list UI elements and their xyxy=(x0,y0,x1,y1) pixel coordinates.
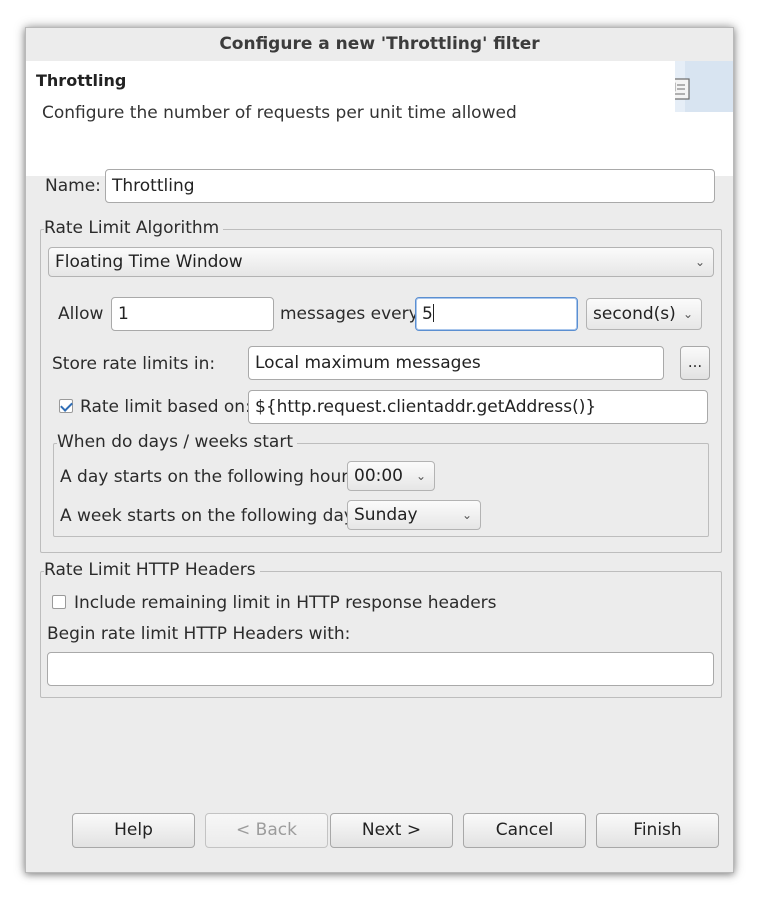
day-start-hour-select[interactable]: 00:00 ⌄ xyxy=(347,461,435,491)
chevron-down-icon: ⌄ xyxy=(694,255,705,269)
messages-every-label: messages every xyxy=(280,304,419,324)
day-start-label: A day starts on the following hour: xyxy=(60,467,354,487)
configure-filter-dialog: Configure a new 'Throttling' filter Thro… xyxy=(25,27,734,873)
rate-limit-based-on-label: Rate limit based on: xyxy=(80,397,251,417)
rate-limit-http-headers-legend: Rate Limit HTTP Headers xyxy=(44,560,260,580)
rate-limit-algorithm-legend: Rate Limit Algorithm xyxy=(44,218,224,238)
include-remaining-limit-checkbox[interactable] xyxy=(52,595,66,609)
next-button[interactable]: Next > xyxy=(330,813,453,848)
rate-limit-based-on-input[interactable]: ${http.request.clientaddr.getAddress()} xyxy=(248,390,708,424)
help-button[interactable]: Help xyxy=(72,813,195,848)
chevron-down-icon: ⌄ xyxy=(415,469,426,483)
week-start-day-select[interactable]: Sunday ⌄ xyxy=(347,500,481,530)
day-start-hour-value: 00:00 xyxy=(354,466,403,486)
days-weeks-start-legend: When do days / weeks start xyxy=(57,432,297,452)
header-prefix-input[interactable] xyxy=(47,652,714,686)
window-title: Configure a new 'Throttling' filter xyxy=(26,28,733,61)
week-start-day-value: Sunday xyxy=(354,505,418,525)
back-button[interactable]: < Back xyxy=(205,813,328,848)
banner-description: Configure the number of requests per uni… xyxy=(42,103,517,123)
name-label: Name: xyxy=(45,176,101,196)
allow-count-input[interactable]: 1 xyxy=(111,297,274,331)
banner-title: Throttling xyxy=(36,71,127,90)
dialog-banner: Throttling Configure the number of reque… xyxy=(26,61,733,176)
store-rate-limits-input[interactable]: Local maximum messages xyxy=(248,346,664,380)
include-remaining-limit-label: Include remaining limit in HTTP response… xyxy=(74,593,497,613)
week-start-label: A week starts on the following day: xyxy=(60,506,359,526)
period-input[interactable]: 5 xyxy=(415,297,578,331)
time-unit-selected-value: second(s) xyxy=(593,304,676,324)
header-prefix-label: Begin rate limit HTTP Headers with: xyxy=(47,624,351,644)
finish-button[interactable]: Finish xyxy=(596,813,719,848)
period-value: 5 xyxy=(422,304,433,324)
chevron-down-icon: ⌄ xyxy=(461,508,472,522)
rate-limit-based-on-checkbox[interactable] xyxy=(59,399,73,413)
filter-config-icon xyxy=(675,61,733,112)
cancel-button[interactable]: Cancel xyxy=(463,813,586,848)
name-input[interactable]: Throttling xyxy=(105,169,715,203)
algorithm-selected-value: Floating Time Window xyxy=(55,252,243,272)
algorithm-select[interactable]: Floating Time Window ⌄ xyxy=(48,247,714,277)
chevron-down-icon: ⌄ xyxy=(682,307,693,321)
browse-button[interactable]: ... xyxy=(680,346,710,380)
store-rate-limits-label: Store rate limits in: xyxy=(52,354,216,374)
allow-label: Allow xyxy=(58,304,104,324)
text-caret xyxy=(432,304,434,322)
time-unit-select[interactable]: second(s) ⌄ xyxy=(586,298,702,330)
